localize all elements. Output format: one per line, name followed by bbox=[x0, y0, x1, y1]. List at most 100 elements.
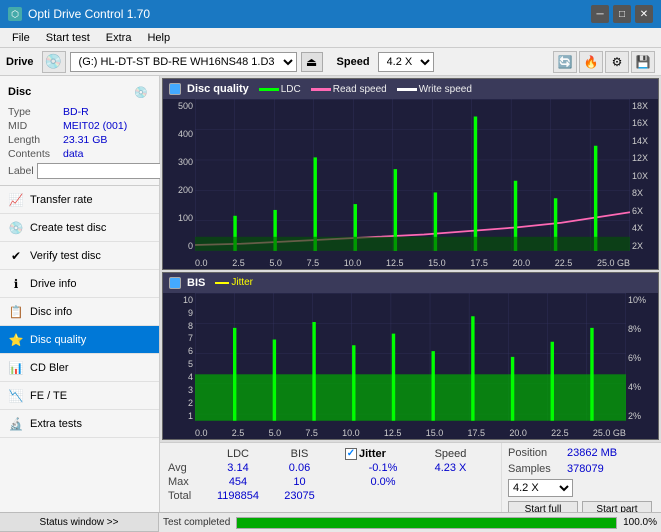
minimize-button[interactable]: ─ bbox=[591, 5, 609, 23]
sidebar-item-label: Disc quality bbox=[30, 334, 86, 346]
bottom-x-axis: 0.02.55.07.510.012.515.017.520.022.525.0… bbox=[195, 424, 626, 442]
legend-write-speed: Write speed bbox=[397, 84, 472, 95]
top-y-right: 18X16X14X12X10X8X6X4X2X bbox=[630, 99, 658, 269]
progress-bar-fill bbox=[237, 518, 616, 528]
max-bis: 10 bbox=[272, 475, 327, 489]
max-ldc: 454 bbox=[204, 475, 272, 489]
legend-jitter: Jitter bbox=[215, 277, 253, 288]
create-test-disc-icon: 💿 bbox=[8, 220, 24, 236]
jitter-checkbox[interactable]: ✓ bbox=[345, 448, 357, 460]
disc-section-label: Disc bbox=[8, 86, 31, 98]
refresh-icon[interactable]: 🔄 bbox=[553, 51, 577, 73]
extra-tests-icon: 🔬 bbox=[8, 416, 24, 432]
bis-panel-icon bbox=[169, 277, 181, 289]
right-stats-panel: Position 23862 MB Samples 378079 4.2 X S… bbox=[501, 443, 661, 523]
length-val: 23.31 GB bbox=[63, 134, 107, 146]
samples-row: Samples 378079 bbox=[508, 463, 655, 475]
disc-icon: 💿 bbox=[131, 82, 151, 102]
total-bis: 23075 bbox=[272, 489, 327, 503]
menu-help[interactable]: Help bbox=[139, 30, 178, 46]
top-chart-svg bbox=[195, 99, 630, 251]
contents-key: Contents bbox=[8, 148, 63, 160]
avg-speed: 4.23 X bbox=[423, 461, 478, 475]
mid-val: MEIT02 (001) bbox=[63, 120, 127, 132]
position-label: Position bbox=[508, 447, 563, 459]
samples-val: 378079 bbox=[567, 463, 604, 475]
col-header-bis: BIS bbox=[272, 447, 327, 461]
disc-panel: Disc 💿 Type BD-R MID MEIT02 (001) Length… bbox=[0, 76, 159, 186]
top-chart-title: Disc quality bbox=[187, 83, 249, 95]
max-jitter: 0.0% bbox=[343, 475, 423, 489]
jitter-label: Jitter bbox=[359, 448, 386, 460]
progress-text: 100.0% bbox=[623, 517, 657, 528]
sidebar-item-fe-te[interactable]: 📉 FE / TE bbox=[0, 382, 159, 410]
sidebar-nav: 📈 Transfer rate 💿 Create test disc ✔ Ver… bbox=[0, 186, 159, 512]
maximize-button[interactable]: □ bbox=[613, 5, 631, 23]
burn-icon[interactable]: 🔥 bbox=[579, 51, 603, 73]
stats-row-avg: Avg 3.14 0.06 -0.1% 4.23 X bbox=[166, 461, 478, 475]
top-y-left: 5004003002001000 bbox=[163, 99, 195, 269]
sidebar-item-label: Drive info bbox=[30, 278, 76, 290]
stats-row-total: Total 1198854 23075 bbox=[166, 489, 478, 503]
legend-write-speed-label: Write speed bbox=[419, 84, 472, 95]
bottom-chart-header: BIS Jitter bbox=[163, 273, 658, 293]
label-input[interactable] bbox=[37, 163, 175, 179]
sidebar-item-verify-test-disc[interactable]: ✔ Verify test disc bbox=[0, 242, 159, 270]
sidebar-item-label: CD Bler bbox=[30, 362, 69, 374]
sidebar-item-label: Extra tests bbox=[30, 418, 82, 430]
speed-label: Speed bbox=[337, 56, 370, 68]
menu-bar: File Start test Extra Help bbox=[0, 28, 661, 48]
top-x-axis: 0.02.55.07.510.012.515.017.520.022.525.0… bbox=[195, 254, 630, 272]
avg-label: Avg bbox=[166, 461, 204, 475]
sidebar-item-cd-bler[interactable]: 📊 CD Bler bbox=[0, 354, 159, 382]
sidebar-item-create-test-disc[interactable]: 💿 Create test disc bbox=[0, 214, 159, 242]
save-icon[interactable]: 💾 bbox=[631, 51, 655, 73]
eject-button[interactable]: ⏏ bbox=[301, 52, 323, 72]
disc-quality-panel-icon bbox=[169, 83, 181, 95]
sidebar-item-label: Verify test disc bbox=[30, 250, 101, 262]
content-area: Disc quality LDC Read speed Write speed bbox=[160, 76, 661, 512]
type-val: BD-R bbox=[63, 106, 89, 118]
position-val: 23862 MB bbox=[567, 447, 617, 459]
drive-icon: 💿 bbox=[42, 51, 66, 73]
speed-selector-row[interactable]: 4.2 X bbox=[508, 479, 655, 497]
disc-quality-icon: ⭐ bbox=[8, 332, 24, 348]
speed-select[interactable]: 4.2 X bbox=[378, 52, 434, 72]
main-layout: Disc 💿 Type BD-R MID MEIT02 (001) Length… bbox=[0, 76, 661, 512]
bottom-y-right: 10%8%6%4%2% bbox=[626, 293, 658, 439]
stats-row-max: Max 454 10 0.0% bbox=[166, 475, 478, 489]
status-window-button[interactable]: Status window >> bbox=[0, 512, 159, 532]
stats-area: LDC BIS ✓ Jitter Speed bbox=[160, 442, 661, 523]
sidebar-item-label: FE / TE bbox=[30, 390, 67, 402]
bottom-chart-title: BIS bbox=[187, 277, 205, 289]
status-bar: Status window >> Test completed 100.0% bbox=[0, 512, 661, 532]
menu-extra[interactable]: Extra bbox=[98, 30, 140, 46]
app-icon: ⬡ bbox=[8, 7, 22, 21]
sidebar-item-label: Transfer rate bbox=[30, 194, 93, 206]
bottom-chart-svg bbox=[195, 293, 626, 421]
sidebar-item-extra-tests[interactable]: 🔬 Extra tests bbox=[0, 410, 159, 438]
title-bar: ⬡ Opti Drive Control 1.70 ─ □ ✕ bbox=[0, 0, 661, 28]
close-button[interactable]: ✕ bbox=[635, 5, 653, 23]
sidebar-item-disc-info[interactable]: 📋 Disc info bbox=[0, 298, 159, 326]
sidebar-item-drive-info[interactable]: ℹ Drive info bbox=[0, 270, 159, 298]
test-speed-select[interactable]: 4.2 X bbox=[508, 479, 573, 497]
sidebar-item-disc-quality[interactable]: ⭐ Disc quality bbox=[0, 326, 159, 354]
menu-start-test[interactable]: Start test bbox=[38, 30, 98, 46]
charts-container: Disc quality LDC Read speed Write speed bbox=[160, 76, 661, 442]
menu-file[interactable]: File bbox=[4, 30, 38, 46]
stats-table: LDC BIS ✓ Jitter Speed bbox=[166, 447, 478, 503]
settings-icon[interactable]: ⚙ bbox=[605, 51, 629, 73]
drive-select[interactable]: (G:) HL-DT-ST BD-RE WH16NS48 1.D3 bbox=[70, 52, 297, 72]
drive-info-icon: ℹ bbox=[8, 276, 24, 292]
fe-te-icon: 📉 bbox=[8, 388, 24, 404]
avg-ldc: 3.14 bbox=[204, 461, 272, 475]
col-header-ldc: LDC bbox=[204, 447, 272, 461]
jitter-checkbox-row: ✓ Jitter bbox=[345, 448, 421, 460]
app-title: Opti Drive Control 1.70 bbox=[28, 7, 150, 21]
top-chart-header: Disc quality LDC Read speed Write speed bbox=[163, 79, 658, 99]
sidebar-item-transfer-rate[interactable]: 📈 Transfer rate bbox=[0, 186, 159, 214]
contents-val: data bbox=[63, 148, 83, 160]
legend-ldc: LDC bbox=[259, 84, 301, 95]
total-ldc: 1198854 bbox=[204, 489, 272, 503]
